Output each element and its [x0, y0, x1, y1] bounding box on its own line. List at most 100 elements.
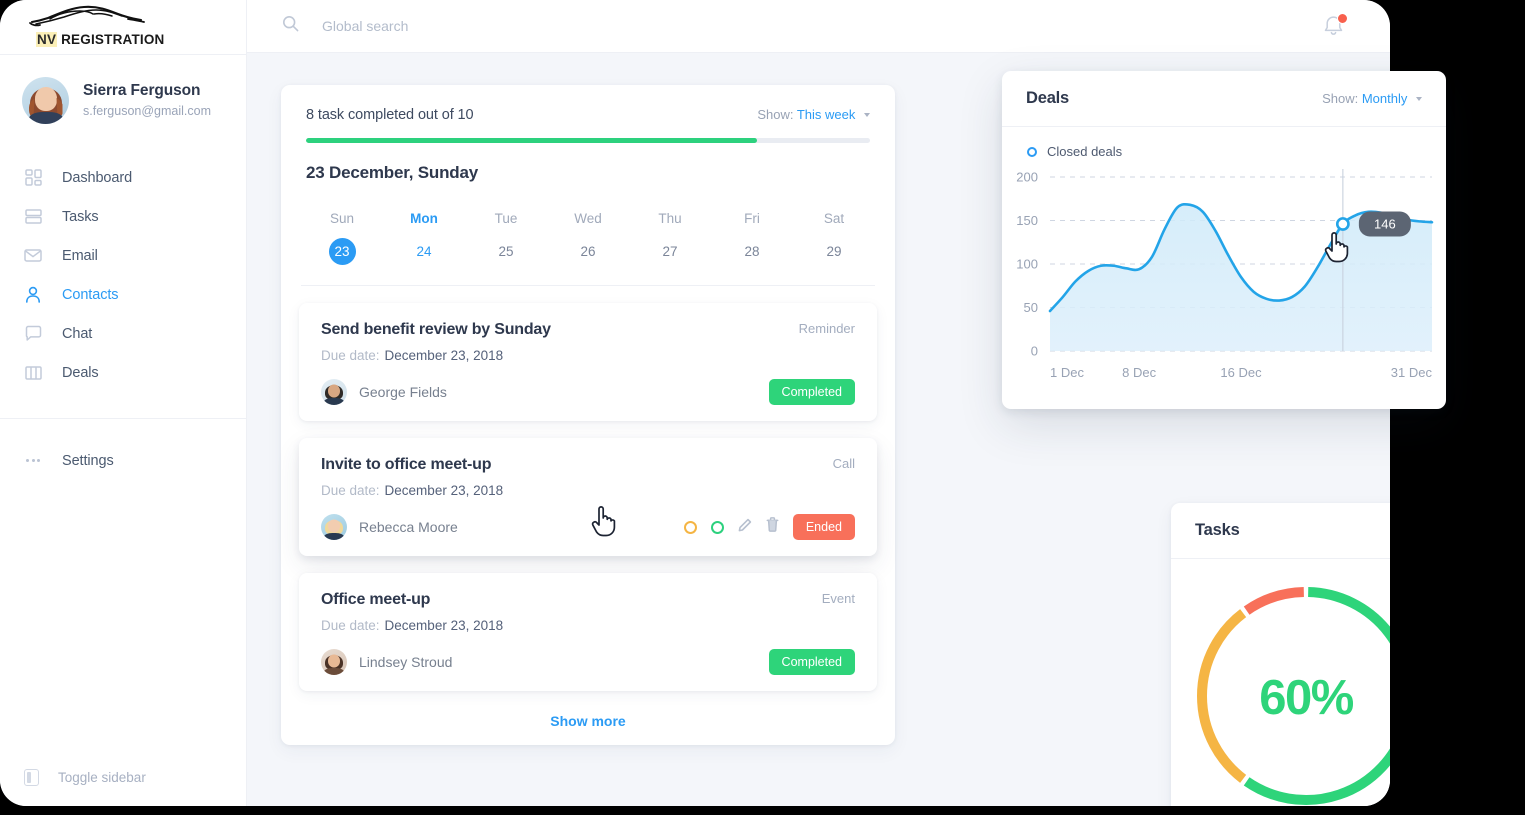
donut-segment-active[interactable]	[1197, 608, 1247, 783]
show-label: Show:	[1322, 91, 1359, 106]
donut-center-value: 60%	[1259, 671, 1354, 725]
week-day-number[interactable]: 28	[739, 238, 766, 265]
week-day-name: Sun	[329, 211, 355, 226]
profile-email: s.ferguson@gmail.com	[83, 103, 212, 118]
search-box[interactable]	[282, 15, 642, 37]
week-day-sun[interactable]: Sun 23	[301, 211, 383, 265]
chevron-down-icon	[1416, 97, 1422, 101]
task-card-header: Send benefit review by Sunday Reminder	[321, 321, 855, 339]
task-type: Event	[821, 591, 855, 606]
status-badge[interactable]: Completed	[768, 649, 855, 675]
week-day-thu[interactable]: Thu 27	[629, 211, 711, 265]
task-due-label: Due date:	[321, 348, 380, 363]
task-list-period-selector[interactable]: Show: This week	[757, 107, 870, 122]
chart-y-tick-label: 0	[1031, 344, 1038, 359]
status-badge[interactable]: Ended	[792, 514, 855, 540]
chart-x-tick-label: 8 Dec	[1122, 365, 1156, 380]
task-due-value: December 23, 2018	[384, 618, 504, 633]
chart-y-tick-label: 150	[1016, 213, 1038, 228]
edit-pencil-icon[interactable]	[738, 518, 752, 537]
sidebar-item-email[interactable]: Email	[0, 236, 246, 275]
sidebar-item-contacts[interactable]: Contacts	[0, 275, 246, 314]
donut-svg: 60%	[1197, 586, 1390, 805]
week-day-wed[interactable]: Wed 26	[547, 211, 629, 265]
tasks-rows-icon	[22, 206, 44, 228]
tasks-card-header: Tasks Show: This month	[1171, 503, 1390, 559]
task-list-header: 8 task completed out of 10 Show: This we…	[281, 85, 895, 123]
task-card[interactable]: Invite to office meet-up Call Due date: Dec…	[299, 438, 877, 556]
task-actions: Completed	[768, 379, 855, 405]
week-day-sat[interactable]: Sat 29	[793, 211, 875, 265]
sidebar-item-dashboard[interactable]: Dashboard	[0, 158, 246, 197]
task-cards-container: Send benefit review by Sunday Reminder Due…	[281, 303, 895, 691]
chart-x-tick-label: 16 Dec	[1220, 365, 1262, 380]
deals-chart-card: Deals Show: Monthly Closed deals 0 50 100 1…	[1002, 71, 1446, 409]
donut-chart-area: 60% ActiveCompletedEnded	[1171, 559, 1390, 806]
task-card[interactable]: Office meet-up Event Due date: December 23,…	[299, 573, 877, 691]
profile-block[interactable]: Sierra Ferguson s.ferguson@gmail.com	[0, 55, 246, 146]
deals-period-selector[interactable]: Show: Monthly	[1322, 91, 1422, 106]
task-due-value: December 23, 2018	[384, 348, 504, 363]
deals-legend: Closed deals	[1002, 127, 1446, 159]
task-title: Send benefit review by Sunday	[321, 321, 551, 338]
task-assignee-name: Rebecca Moore	[359, 519, 458, 535]
week-day-fri[interactable]: Fri 28	[711, 211, 793, 265]
task-progress-fill	[306, 138, 758, 143]
week-day-number[interactable]: 27	[657, 238, 684, 265]
notifications-button[interactable]	[1323, 13, 1348, 38]
week-day-name: Thu	[658, 211, 682, 226]
week-day-name: Tue	[494, 211, 518, 226]
sidebar: NV REGISTRATION Sierra Ferguson s.fergus…	[0, 0, 247, 806]
ellipsis-icon	[22, 450, 44, 472]
week-day-tue[interactable]: Tue 25	[465, 211, 547, 265]
week-day-number[interactable]: 25	[493, 238, 520, 265]
task-assignee-name: George Fields	[359, 384, 447, 400]
toggle-sidebar-button[interactable]: Toggle sidebar	[0, 769, 246, 786]
sidebar-item-label: Dashboard	[62, 169, 133, 186]
chart-hover-point[interactable]	[1335, 217, 1350, 231]
search-icon	[282, 15, 299, 37]
sidebar-item-settings[interactable]: Settings	[0, 441, 246, 480]
week-day-number[interactable]: 29	[821, 238, 848, 265]
brand-nv: NV	[36, 32, 58, 47]
task-title: Office meet-up	[321, 591, 431, 608]
week-day-number[interactable]: 23	[328, 238, 356, 265]
week-day-name: Wed	[574, 211, 602, 226]
task-type: Call	[832, 456, 855, 471]
chart-x-tick-label: 1 Dec	[1050, 365, 1084, 380]
active-ring-icon[interactable]	[683, 520, 697, 534]
delete-trash-icon[interactable]	[766, 517, 779, 537]
sidebar-item-tasks[interactable]: Tasks	[0, 197, 246, 236]
brand-registration: REGISTRATION	[61, 32, 165, 47]
sidebar-item-label: Contacts	[62, 286, 119, 303]
task-title: Invite to office meet-up	[321, 456, 492, 473]
chevron-down-icon	[864, 113, 870, 117]
topbar	[247, 0, 1390, 53]
chart-y-tick-label: 50	[1024, 300, 1038, 315]
search-input[interactable]	[322, 18, 642, 34]
show-value: Monthly	[1361, 91, 1408, 106]
donut-segment-ended[interactable]	[1243, 586, 1305, 615]
brand-logo[interactable]: NV REGISTRATION	[0, 0, 246, 55]
status-badge[interactable]: Completed	[768, 379, 855, 405]
week-day-number[interactable]: 26	[575, 238, 602, 265]
dashboard-grid-icon	[22, 167, 44, 189]
task-card-header: Office meet-up Event	[321, 591, 855, 609]
complete-ring-icon[interactable]	[710, 520, 724, 534]
sidebar-item-deals[interactable]: Deals	[0, 353, 246, 392]
week-day-mon[interactable]: Mon 24	[383, 211, 465, 265]
week-day-number[interactable]: 24	[411, 238, 438, 265]
sidebar-item-chat[interactable]: Chat	[0, 314, 246, 353]
chart-y-tick-label: 200	[1016, 170, 1038, 185]
deals-area-chart[interactable]: 0 50 100 150 200 146 1 Dec 8 Dec 16 Dec 31 Dec	[1002, 159, 1446, 409]
show-more-button[interactable]: Show more	[281, 713, 895, 729]
week-day-strip: Sun 23 Mon 24 Tue 25 Wed 26 Thu 27 Fri 28 Sat 29	[301, 211, 875, 286]
deals-card-title: Deals	[1026, 89, 1070, 107]
task-card-header: Invite to office meet-up Call	[321, 456, 855, 474]
toggle-sidebar-label: Toggle sidebar	[58, 770, 146, 785]
task-actions: Completed	[768, 649, 855, 675]
chart-tooltip-value: 146	[1374, 216, 1396, 231]
task-due-label: Due date:	[321, 618, 380, 633]
sidebar-nav: Dashboard Tasks Email Contacts Chat Deal…	[0, 158, 246, 480]
task-card[interactable]: Send benefit review by Sunday Reminder Due…	[299, 303, 877, 421]
